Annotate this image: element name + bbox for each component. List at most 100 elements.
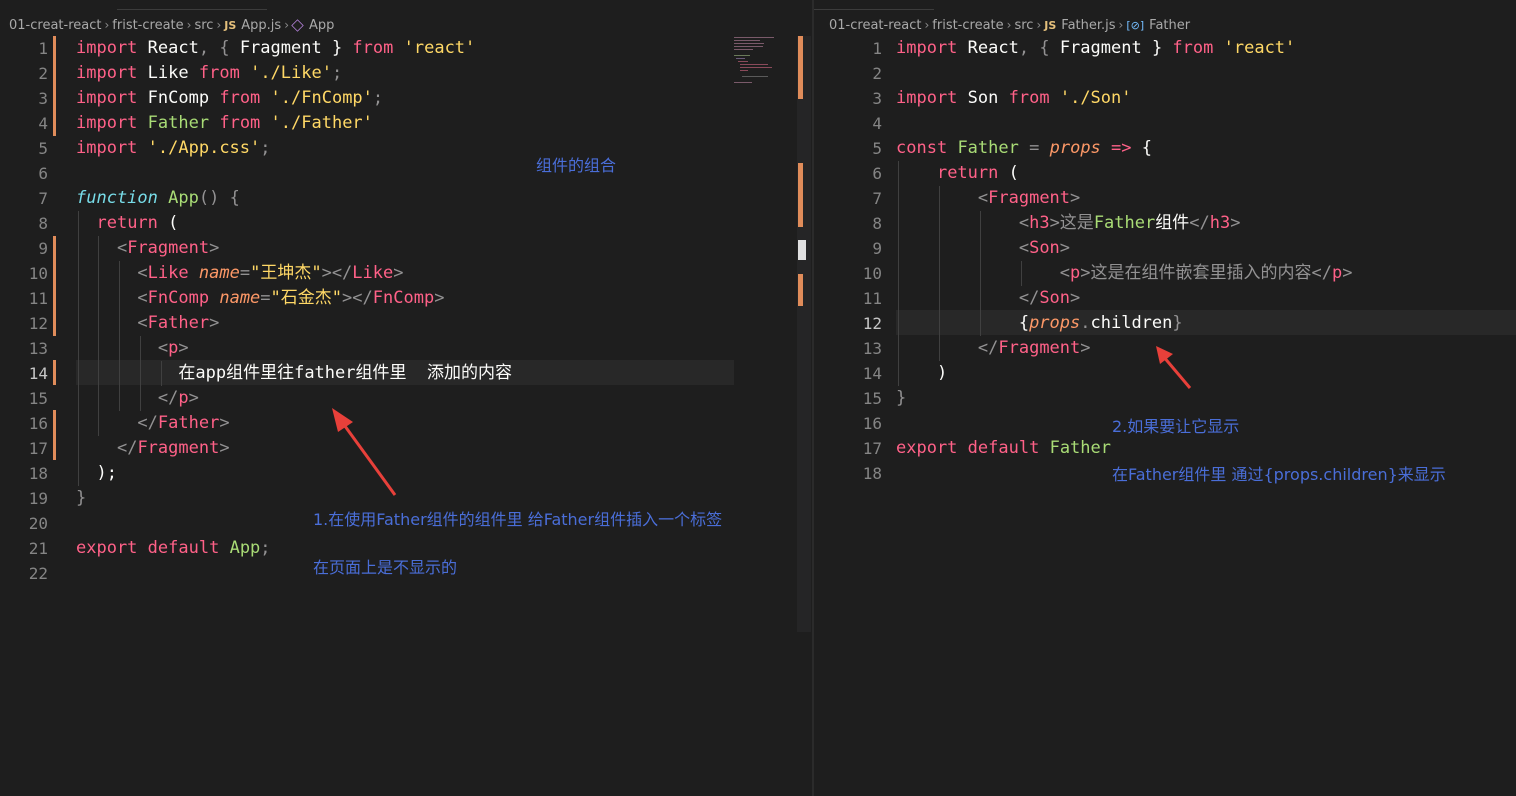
line-number: 16 bbox=[862, 414, 882, 433]
code-line[interactable]: 11 </Son> bbox=[814, 286, 1516, 311]
line-text: ) bbox=[896, 363, 948, 383]
code-line[interactable]: 13 <p> bbox=[0, 336, 812, 361]
code-line[interactable]: 3 import Son from './Son' bbox=[814, 86, 1516, 111]
right-editor-pane[interactable]: 01-creat-react › frist-create › src › JS… bbox=[814, 0, 1516, 796]
scroll-change-marker bbox=[798, 274, 803, 306]
line-number: 2 bbox=[872, 64, 882, 83]
breadcrumb-folder[interactable]: src bbox=[194, 18, 213, 33]
line-text: function App() { bbox=[76, 188, 240, 208]
breadcrumb-symbol[interactable]: App bbox=[309, 18, 334, 33]
line-number: 3 bbox=[872, 89, 882, 108]
line-number: 17 bbox=[862, 439, 882, 458]
left-editor-pane[interactable]: 01-creat-react › frist-create › src › JS… bbox=[0, 0, 812, 796]
line-number: 13 bbox=[862, 339, 882, 358]
code-line[interactable]: 11 <FnComp name="石金杰"></FnComp> bbox=[0, 286, 812, 311]
code-line[interactable]: 1 import React, { Fragment } from 'react' bbox=[0, 36, 812, 61]
line-number: 18 bbox=[862, 464, 882, 483]
line-text: {props.children} bbox=[896, 313, 1183, 333]
javascript-file-icon: JS bbox=[1044, 18, 1057, 32]
line-number: 16 bbox=[28, 414, 48, 433]
line-number: 14 bbox=[862, 364, 882, 383]
code-line[interactable]: 1 import React, { Fragment } from 'react' bbox=[814, 36, 1516, 61]
code-line[interactable]: 3 import FnComp from './FnComp'; bbox=[0, 86, 812, 111]
line-number: 9 bbox=[872, 239, 882, 258]
line-number: 18 bbox=[28, 464, 48, 483]
code-line[interactable]: 5 const Father = props => { bbox=[814, 136, 1516, 161]
chevron-right-icon: › bbox=[186, 18, 192, 32]
line-number: 17 bbox=[28, 439, 48, 458]
line-number: 7 bbox=[872, 189, 882, 208]
annotation-note: 在页面上是不显示的 bbox=[313, 558, 458, 577]
component-cube-icon bbox=[291, 18, 304, 32]
code-line[interactable]: 5 import './App.css'; bbox=[0, 136, 812, 161]
line-text: } bbox=[76, 488, 87, 508]
code-line[interactable]: 14 在app组件里往father组件里 添加的内容 bbox=[0, 361, 812, 386]
line-text: return ( bbox=[936, 163, 1019, 183]
red-arrow-icon bbox=[332, 408, 397, 496]
tab-strip-hint bbox=[0, 0, 812, 10]
code-line[interactable]: 8 return ( bbox=[0, 211, 812, 236]
line-text: import React, { Fragment } from 'react' bbox=[896, 38, 1296, 58]
line-number: 6 bbox=[38, 164, 48, 183]
red-arrow-icon bbox=[1156, 346, 1192, 389]
line-text: ); bbox=[76, 463, 117, 483]
line-number: 2 bbox=[38, 64, 48, 83]
line-number: 10 bbox=[862, 264, 882, 283]
code-line[interactable]: 17 export default Father bbox=[814, 436, 1516, 461]
vertical-scrollbar[interactable] bbox=[797, 36, 811, 632]
code-line[interactable]: 2 bbox=[814, 61, 1516, 86]
line-number: 15 bbox=[28, 389, 48, 408]
line-number: 12 bbox=[862, 314, 882, 333]
breadcrumb-folder[interactable]: 01-creat-react bbox=[9, 18, 101, 33]
code-line[interactable]: 7 <Fragment> bbox=[814, 186, 1516, 211]
code-line[interactable]: 6 bbox=[0, 161, 812, 186]
breadcrumb-folder[interactable]: 01-creat-react bbox=[829, 18, 921, 33]
code-line[interactable]: 7 function App() { bbox=[0, 186, 812, 211]
line-text: import Father from './Father' bbox=[76, 113, 373, 133]
line-text: <p> bbox=[157, 338, 189, 358]
variable-symbol-icon: [⊘] bbox=[1126, 18, 1145, 32]
chevron-right-icon: › bbox=[1118, 18, 1124, 32]
code-line[interactable]: 10 <p>这是在组件嵌套里插入的内容</p> bbox=[814, 261, 1516, 286]
code-line[interactable]: 2 import Like from './Like'; bbox=[0, 61, 812, 86]
line-number: 20 bbox=[28, 514, 48, 533]
line-number: 8 bbox=[38, 214, 48, 233]
chevron-right-icon: › bbox=[104, 18, 110, 32]
code-line[interactable]: 4 import Father from './Father' bbox=[0, 111, 812, 136]
line-text: <Son> bbox=[1018, 238, 1071, 258]
code-line[interactable]: 8 <h3>这是Father组件</h3> bbox=[814, 211, 1516, 236]
line-text: </Fragment> bbox=[116, 438, 230, 458]
line-text: import './App.css'; bbox=[76, 138, 271, 158]
code-line[interactable]: 9 <Son> bbox=[814, 236, 1516, 261]
chevron-right-icon: › bbox=[1006, 18, 1012, 32]
line-number: 19 bbox=[28, 489, 48, 508]
breadcrumb-folder[interactable]: frist-create bbox=[932, 18, 1003, 33]
breadcrumb-symbol[interactable]: Father bbox=[1149, 18, 1190, 33]
line-text: <Father> bbox=[137, 313, 220, 333]
breadcrumb-folder[interactable]: src bbox=[1014, 18, 1033, 33]
annotation-heading: 组件的组合 bbox=[536, 156, 617, 175]
javascript-file-icon: JS bbox=[224, 18, 237, 32]
breadcrumb-file[interactable]: Father.js bbox=[1061, 18, 1115, 33]
line-text: </Son> bbox=[1018, 288, 1081, 308]
line-number: 3 bbox=[38, 89, 48, 108]
code-line[interactable]: 10 <Like name="王坤杰"></Like> bbox=[0, 261, 812, 286]
chevron-right-icon: › bbox=[216, 18, 222, 32]
tab-strip-hint bbox=[814, 0, 1516, 10]
breadcrumb-file[interactable]: App.js bbox=[241, 18, 281, 33]
chevron-right-icon: › bbox=[924, 18, 930, 32]
line-text: export default Father bbox=[896, 438, 1111, 458]
breadcrumb-folder[interactable]: frist-create bbox=[112, 18, 183, 33]
code-line[interactable]: 9 <Fragment> bbox=[0, 236, 812, 261]
line-text: </Father> bbox=[137, 413, 230, 433]
line-number: 12 bbox=[28, 314, 48, 333]
code-line[interactable]: 4 bbox=[814, 111, 1516, 136]
minimap[interactable] bbox=[733, 36, 785, 86]
code-line[interactable]: 6 return ( bbox=[814, 161, 1516, 186]
line-number: 21 bbox=[28, 539, 48, 558]
line-text: <Fragment> bbox=[116, 238, 220, 258]
code-line[interactable]: 12 <Father> bbox=[0, 311, 812, 336]
code-line[interactable]: 12 {props.children} bbox=[814, 311, 1516, 336]
scroll-change-marker bbox=[798, 163, 803, 227]
line-number: 10 bbox=[28, 264, 48, 283]
